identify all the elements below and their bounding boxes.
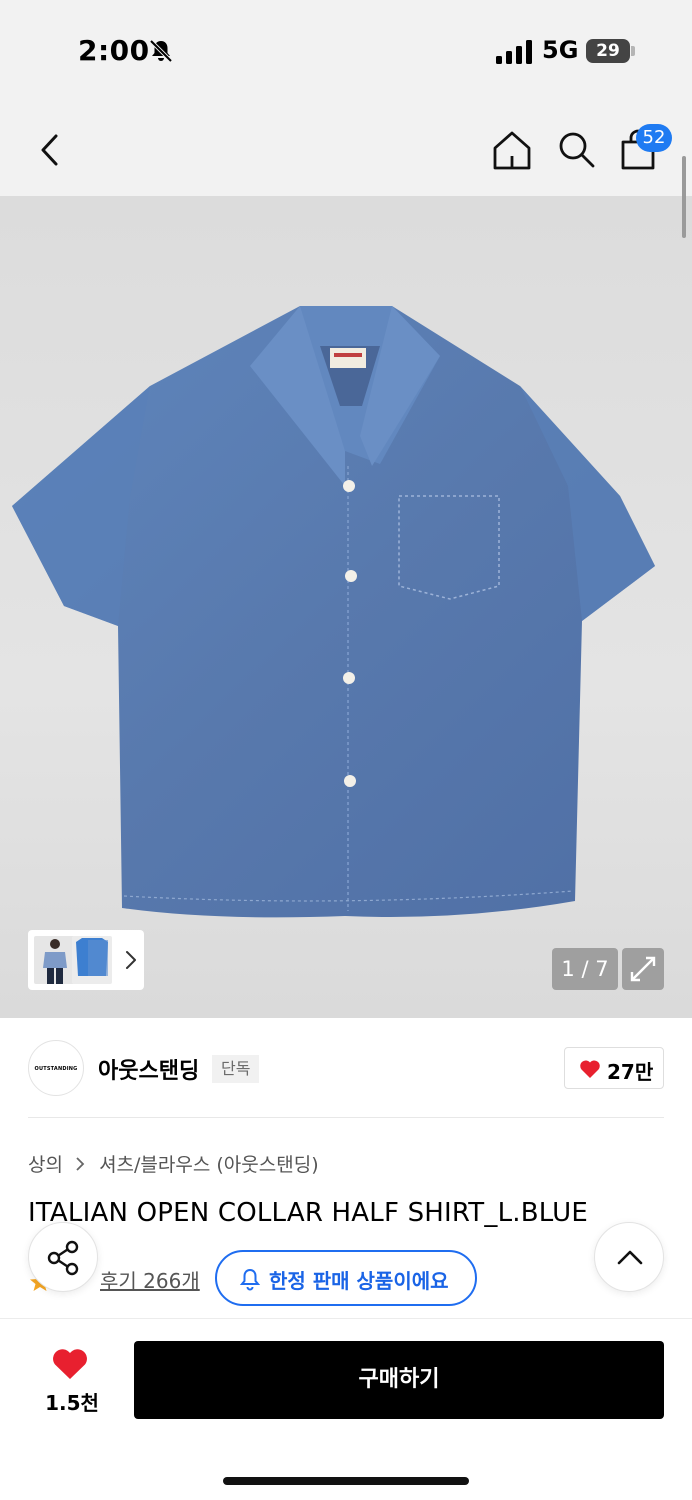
scrollbar-thumb[interactable]	[682, 156, 686, 238]
chevron-up-icon	[617, 1250, 643, 1265]
wishlist-count: 1.5천	[45, 1391, 99, 1415]
brand-logo[interactable]: OUTSTANDING	[28, 1040, 84, 1096]
review-count-link[interactable]: 후기 266개	[100, 1265, 200, 1294]
product-shirt-image	[12, 306, 655, 918]
home-icon[interactable]	[490, 128, 534, 172]
chevron-right-icon	[76, 1157, 85, 1171]
thumbnail-shirt-back[interactable]	[72, 936, 112, 984]
buy-button[interactable]: 구매하기	[134, 1341, 664, 1419]
chevron-right-icon[interactable]	[124, 948, 138, 972]
limited-sale-text: 한정 판매 상품이에요	[269, 1269, 449, 1293]
status-bar: 2:00 5G 29	[0, 0, 692, 100]
divider	[28, 1117, 664, 1118]
status-time: 2:00	[78, 34, 150, 67]
back-arrow-icon[interactable]	[34, 130, 66, 170]
share-button[interactable]	[28, 1222, 98, 1292]
limited-sale-notice[interactable]: 한정 판매 상품이에요	[215, 1250, 477, 1306]
battery-tip	[631, 46, 635, 56]
breadcrumb-subcategory[interactable]: 셔츠/블라우스 (아웃스탠딩)	[99, 1154, 319, 1176]
thumbnail-strip[interactable]	[28, 930, 144, 990]
product-image-gallery[interactable]: 1 / 7	[0, 196, 692, 1018]
share-icon	[47, 1240, 79, 1276]
brand-like-button[interactable]: 27만	[564, 1047, 664, 1089]
bell-slash-icon	[149, 39, 173, 63]
expand-image-button[interactable]	[622, 948, 664, 990]
battery-level: 29	[596, 41, 620, 61]
brand-name-link[interactable]: 아웃스탠딩	[98, 1053, 199, 1085]
thumbnail-model-front[interactable]	[34, 936, 76, 984]
cart-count-badge[interactable]: 52	[636, 124, 672, 152]
image-page-counter: 1 / 7	[552, 948, 618, 990]
signal-icon	[496, 40, 532, 64]
exclusive-badge: 단독	[212, 1055, 260, 1083]
bottom-action-bar: 1.5천 구매하기	[0, 1318, 692, 1500]
product-title: ITALIAN OPEN COLLAR HALF SHIRT_L.BLUE	[28, 1198, 589, 1228]
brand-like-count: 27만	[607, 1060, 654, 1084]
heart-icon	[580, 1060, 600, 1078]
app-header	[0, 100, 692, 196]
wishlist-heart-icon[interactable]	[51, 1347, 89, 1381]
network-type: 5G	[542, 36, 579, 64]
scroll-to-top-button[interactable]	[594, 1222, 664, 1292]
bell-icon	[239, 1268, 261, 1291]
breadcrumb: 상의 셔츠/블라우스 (아웃스탠딩)	[28, 1150, 325, 1177]
battery-icon: 29	[586, 39, 630, 63]
search-icon[interactable]	[554, 128, 598, 172]
breadcrumb-category[interactable]: 상의	[28, 1154, 63, 1176]
expand-icon	[630, 956, 656, 982]
home-indicator	[223, 1477, 469, 1485]
